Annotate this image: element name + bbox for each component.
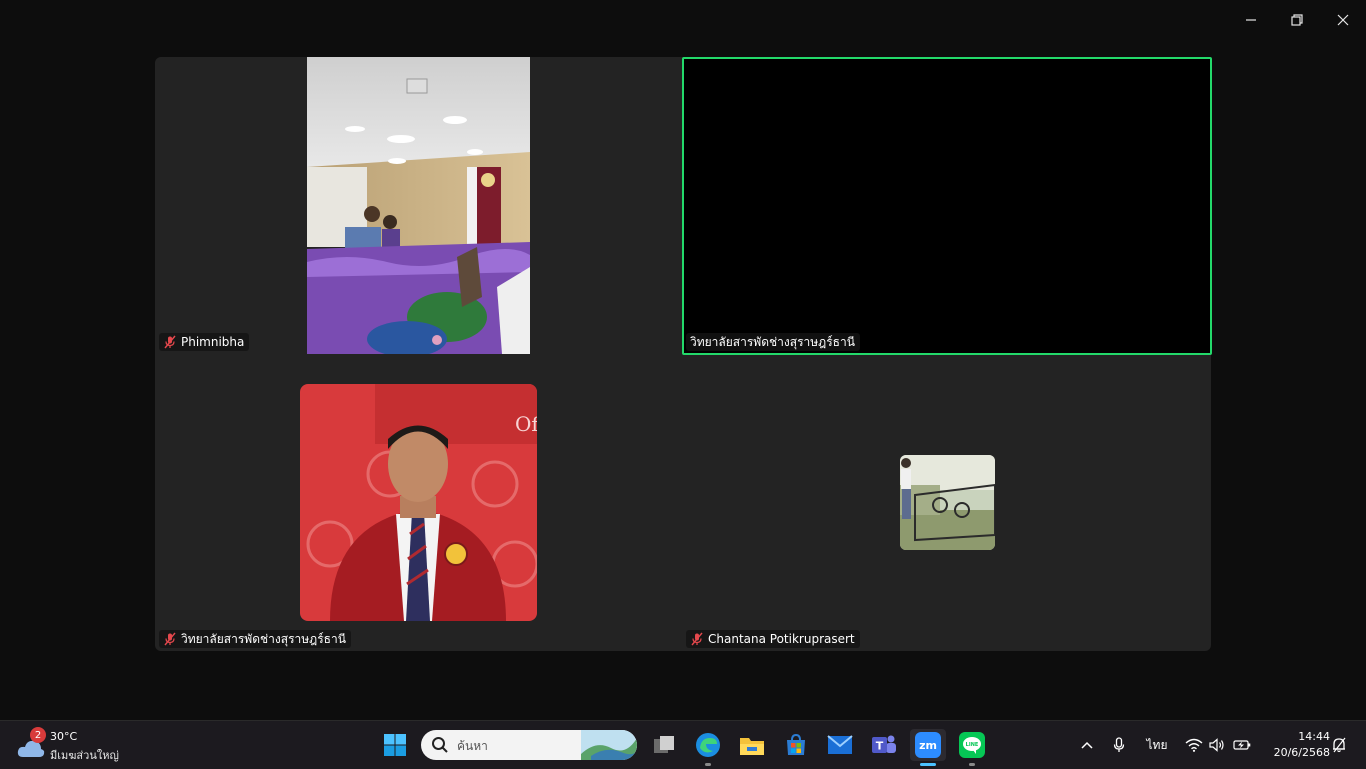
meeting-room-video bbox=[307, 57, 530, 354]
tray-overflow-button[interactable] bbox=[1078, 733, 1096, 757]
video-tile-phimnibha[interactable] bbox=[307, 57, 530, 354]
wifi-button[interactable] bbox=[1184, 733, 1204, 757]
close-button[interactable] bbox=[1320, 0, 1366, 40]
chevron-up-icon bbox=[1081, 741, 1093, 749]
zoom-active-indicator bbox=[920, 763, 936, 766]
search-icon bbox=[432, 737, 448, 753]
search-box[interactable]: ค้นหา bbox=[421, 730, 637, 760]
participant-label-phimnibha: Phimnibha bbox=[159, 333, 250, 351]
volume-button[interactable] bbox=[1208, 733, 1226, 757]
mail-icon bbox=[827, 735, 853, 754]
weather-desc: มีเมฆส่วนใหญ่ bbox=[50, 749, 119, 762]
teams-button[interactable]: T bbox=[868, 729, 900, 761]
close-icon bbox=[1337, 14, 1349, 26]
zoom-button[interactable]: zm bbox=[910, 729, 946, 761]
participant-label-profile-photo: วิทยาลัยสารพัดช่างสุราษฎร์ธานี bbox=[159, 630, 351, 648]
store-button[interactable] bbox=[780, 729, 812, 761]
edge-icon bbox=[696, 733, 720, 757]
notifications-button[interactable] bbox=[1330, 733, 1348, 757]
avatar-photo-balcony bbox=[900, 455, 995, 550]
line-button[interactable]: LINE bbox=[956, 729, 988, 761]
wifi-icon bbox=[1185, 738, 1203, 752]
participant-label-chantana: Chantana Potikruprasert bbox=[686, 630, 860, 648]
svg-text:Of: Of bbox=[515, 412, 537, 436]
file-explorer-button[interactable] bbox=[736, 729, 768, 761]
minimize-icon bbox=[1246, 19, 1256, 21]
participant-name: Chantana Potikruprasert bbox=[708, 632, 855, 646]
search-highlight-image bbox=[581, 730, 637, 760]
participant-name: วิทยาลัยสารพัดช่างสุราษฎร์ธานี bbox=[181, 631, 346, 646]
mic-muted-icon bbox=[164, 335, 176, 349]
video-tile-active-speaker[interactable] bbox=[682, 57, 1212, 355]
window-controls bbox=[1228, 0, 1366, 40]
language-label: ไทย bbox=[1146, 737, 1168, 752]
teams-icon: T bbox=[872, 735, 896, 753]
edge-button[interactable] bbox=[692, 729, 724, 761]
task-view-icon bbox=[654, 736, 674, 753]
participant-name: วิทยาลัยสารพัดช่างสุราษฎร์ธานี bbox=[690, 334, 855, 349]
restore-icon bbox=[1291, 14, 1303, 26]
profile-photo-man-red-jacket: Of bbox=[300, 384, 537, 621]
zoom-icon-label: zm bbox=[919, 738, 937, 752]
clock[interactable]: 14:44 20/6/2568 bbox=[1262, 729, 1330, 761]
line-icon-label: LINE bbox=[965, 742, 979, 748]
participant-label-active-speaker: วิทยาลัยสารพัดช่างสุราษฎร์ธานี bbox=[686, 333, 860, 351]
taskbar: 2 30°C มีเมฆส่วนใหญ่ ค้นหา T zm LINE ไทย… bbox=[0, 720, 1366, 769]
task-view-button[interactable] bbox=[648, 729, 680, 761]
microphone-button[interactable] bbox=[1110, 733, 1128, 757]
mic-muted-icon bbox=[164, 632, 176, 646]
mail-button[interactable] bbox=[824, 729, 856, 761]
file-explorer-icon bbox=[740, 738, 764, 755]
battery-charging-icon bbox=[1233, 740, 1251, 750]
battery-button[interactable] bbox=[1232, 733, 1252, 757]
language-indicator[interactable]: ไทย bbox=[1142, 733, 1172, 757]
clock-date: 20/6/2568 bbox=[1273, 746, 1330, 759]
line-running-indicator bbox=[969, 763, 975, 766]
start-icon bbox=[384, 734, 406, 756]
weather-temp: 30°C bbox=[50, 730, 78, 743]
edge-running-indicator bbox=[705, 763, 711, 766]
microphone-icon bbox=[1113, 737, 1125, 752]
start-button[interactable] bbox=[379, 729, 411, 761]
video-tile-chantana[interactable] bbox=[900, 455, 995, 550]
weather-widget[interactable]: 2 30°C มีเมฆส่วนใหญ่ bbox=[16, 727, 146, 763]
store-icon bbox=[787, 733, 805, 755]
search-placeholder: ค้นหา bbox=[457, 739, 488, 753]
speaker-icon bbox=[1209, 738, 1224, 752]
video-tile-profile-photo[interactable]: Of bbox=[300, 384, 537, 621]
mic-muted-icon bbox=[691, 632, 703, 646]
participant-name: Phimnibha bbox=[181, 335, 245, 349]
notification-badge: 2 bbox=[30, 727, 46, 743]
clock-time: 14:44 bbox=[1298, 730, 1330, 743]
restore-button[interactable] bbox=[1274, 0, 1320, 40]
minimize-button[interactable] bbox=[1228, 0, 1274, 40]
notification-bell-icon bbox=[1333, 737, 1346, 753]
svg-text:T: T bbox=[876, 740, 884, 753]
